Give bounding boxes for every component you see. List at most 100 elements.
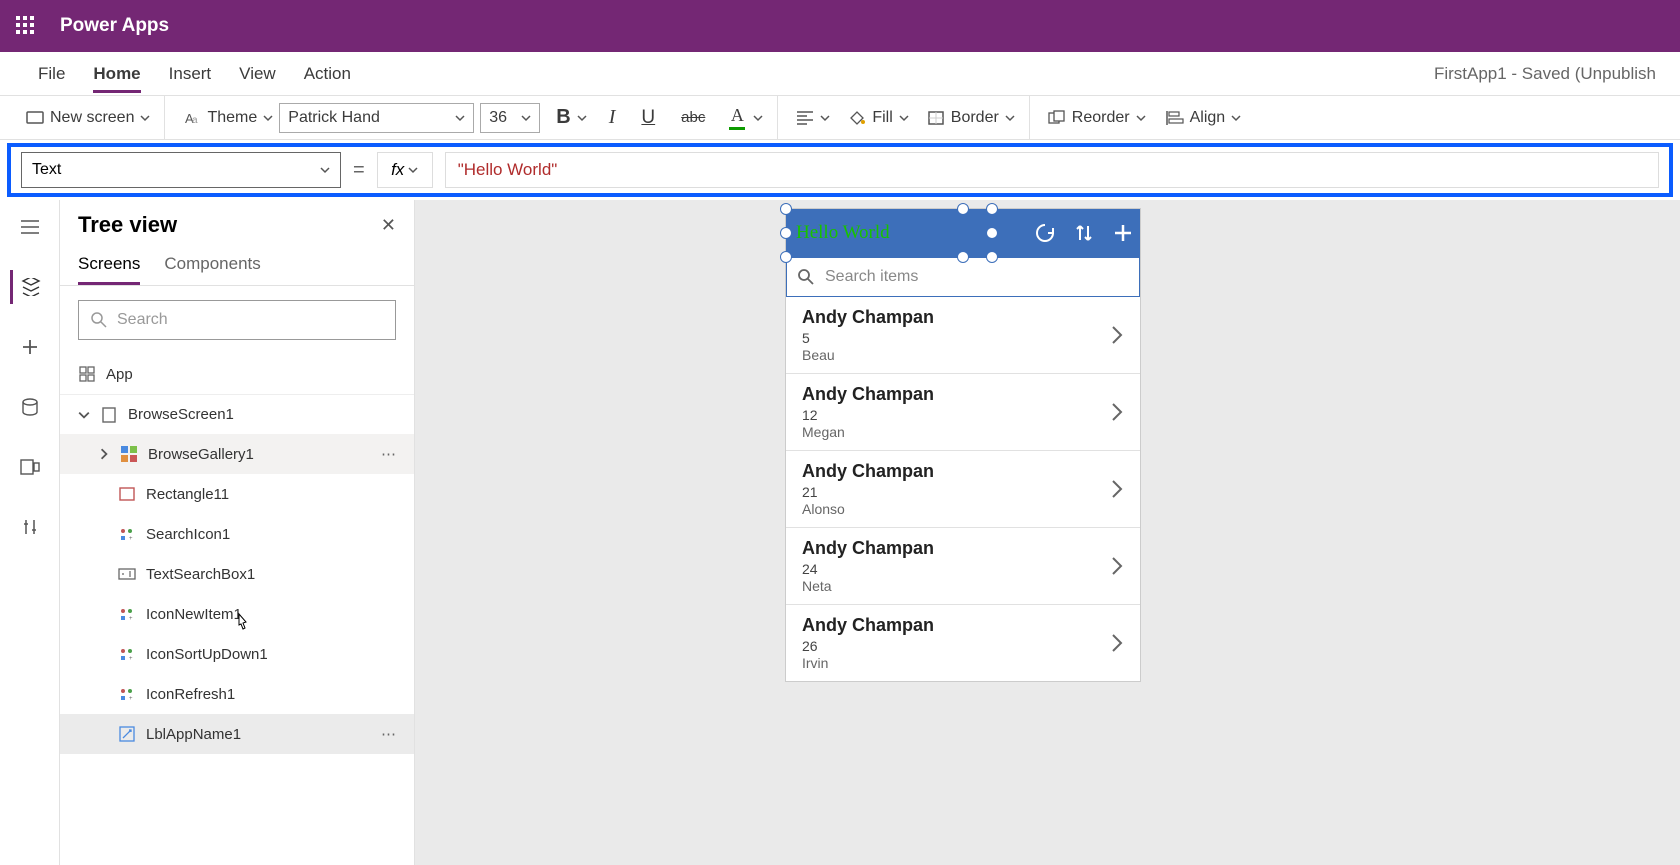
canvas[interactable]: Hello World Search items Andy Champan 5 … [415,200,1680,865]
rectangle-icon [118,485,136,503]
selection-handle[interactable] [986,203,998,215]
italic-icon: I [609,106,616,129]
fill-button[interactable]: Fill [848,109,908,127]
tree-item-label: Rectangle11 [146,486,229,503]
menu-file[interactable]: File [38,64,65,84]
chevron-right-icon[interactable] [98,448,110,460]
app-header-title[interactable]: Hello World [796,222,890,244]
refresh-icon[interactable] [1034,222,1056,244]
selection-handle[interactable] [780,251,792,263]
rail-hamburger[interactable] [10,210,50,244]
menu-insert[interactable]: Insert [169,64,212,84]
svg-text:+: + [129,616,133,621]
gallery-item[interactable]: Andy Champan 26 Irvin [786,605,1140,681]
tree-item-label: BrowseScreen1 [128,406,234,423]
tree-item-browsegallery1[interactable]: BrowseGallery1 ⋯ [60,434,414,474]
more-button[interactable]: ⋯ [381,445,396,463]
chevron-down-icon[interactable] [78,409,90,421]
tree-item-app[interactable]: App [60,354,414,394]
font-color-icon: A [731,105,744,126]
formula-input[interactable]: "Hello World" [445,152,1659,188]
selection-handle[interactable] [780,203,792,215]
chevron-down-icon [140,113,150,123]
font-family-value: Patrick Hand [288,109,380,127]
chevron-right-icon[interactable] [1110,401,1124,423]
property-value: Text [32,161,61,179]
gallery-item-num: 24 [802,561,934,577]
screen-icon [26,109,44,127]
iconcontrol-icon: + [118,685,136,703]
tab-screens[interactable]: Screens [78,246,140,285]
tree-item-label: LblAppName1 [146,726,241,743]
tree-item-searchicon1[interactable]: + SearchIcon1 [60,514,414,554]
rail-advanced-tools[interactable] [10,510,50,544]
gallery-item[interactable]: Andy Champan 21 Alonso [786,451,1140,528]
italic-button[interactable]: I [609,106,616,129]
rail-media[interactable] [10,450,50,484]
menu-view[interactable]: View [239,64,276,84]
property-selector[interactable]: Text [21,152,341,188]
chevron-down-icon[interactable] [753,113,763,123]
selection-handle[interactable] [986,251,998,263]
bold-button[interactable]: B [556,106,586,129]
search-items-input[interactable]: Search items [786,257,1140,297]
chevron-right-icon[interactable] [1110,632,1124,654]
text-align-button[interactable] [796,109,830,127]
reorder-button[interactable]: Reorder [1048,109,1146,127]
align-objects-icon [1166,109,1184,127]
phone-preview[interactable]: Hello World Search items Andy Champan 5 … [785,208,1141,682]
tree-item-lblappname1[interactable]: LblAppName1 ⋯ [60,714,414,754]
menu-home[interactable]: Home [93,64,140,93]
fx-button[interactable]: fx [377,152,433,188]
new-screen-button[interactable]: New screen [26,109,150,127]
gallery-item-num: 5 [802,330,934,346]
tree-item-iconsortupdown1[interactable]: + IconSortUpDown1 [60,634,414,674]
align-button[interactable]: Align [1166,109,1242,127]
menu-action[interactable]: Action [304,64,351,84]
chevron-right-icon[interactable] [1110,324,1124,346]
gallery-item-num: 21 [802,484,934,500]
gallery-item[interactable]: Andy Champan 12 Megan [786,374,1140,451]
selection-handle[interactable] [780,227,792,239]
tree-item-browsescreen1[interactable]: BrowseScreen1 [60,394,414,434]
equals-label: = [353,159,365,182]
theme-label: Theme [207,109,257,127]
sort-icon[interactable] [1074,222,1094,244]
border-button[interactable]: Border [927,109,1015,127]
theme-icon: Aa [183,109,201,127]
selection-handle[interactable] [957,203,969,215]
font-color-button[interactable]: A [729,105,745,130]
reorder-label: Reorder [1072,109,1130,127]
search-items-placeholder: Search items [825,268,918,286]
chevron-right-icon[interactable] [1110,478,1124,500]
selection-handle[interactable] [957,251,969,263]
tree-search-placeholder: Search [117,311,168,329]
gallery-item-name: Andy Champan [802,384,934,405]
more-button[interactable]: ⋯ [381,725,396,743]
app-launcher-icon[interactable] [16,16,36,36]
chevron-right-icon[interactable] [1110,555,1124,577]
selection-handle[interactable] [986,227,998,239]
gallery-item[interactable]: Andy Champan 24 Neta [786,528,1140,605]
add-icon[interactable] [1112,222,1134,244]
rail-insert[interactable] [10,330,50,364]
rail-tree-view[interactable] [10,270,50,304]
tree-item-textsearchbox1[interactable]: TextSearchBox1 [60,554,414,594]
theme-button[interactable]: Aa Theme [183,109,273,127]
tree-item-label: TextSearchBox1 [146,566,255,583]
underline-button[interactable]: U [641,107,655,129]
gallery-item[interactable]: Andy Champan 5 Beau [786,297,1140,374]
rail-data[interactable] [10,390,50,424]
close-panel-button[interactable]: ✕ [381,215,396,236]
tree-search-input[interactable]: Search [78,300,396,340]
left-rail [0,200,60,865]
tab-components[interactable]: Components [164,246,260,285]
strikethrough-button[interactable]: abc [681,109,705,126]
font-family-select[interactable]: Patrick Hand [279,103,474,133]
tree-item-iconrefresh1[interactable]: + IconRefresh1 [60,674,414,714]
app-header[interactable]: Hello World [786,209,1140,257]
body: Tree view ✕ Screens Components Search Ap… [0,200,1680,865]
tree-item-rectangle11[interactable]: Rectangle11 [60,474,414,514]
screen-icon [100,406,118,424]
font-size-select[interactable]: 36 [480,103,540,133]
